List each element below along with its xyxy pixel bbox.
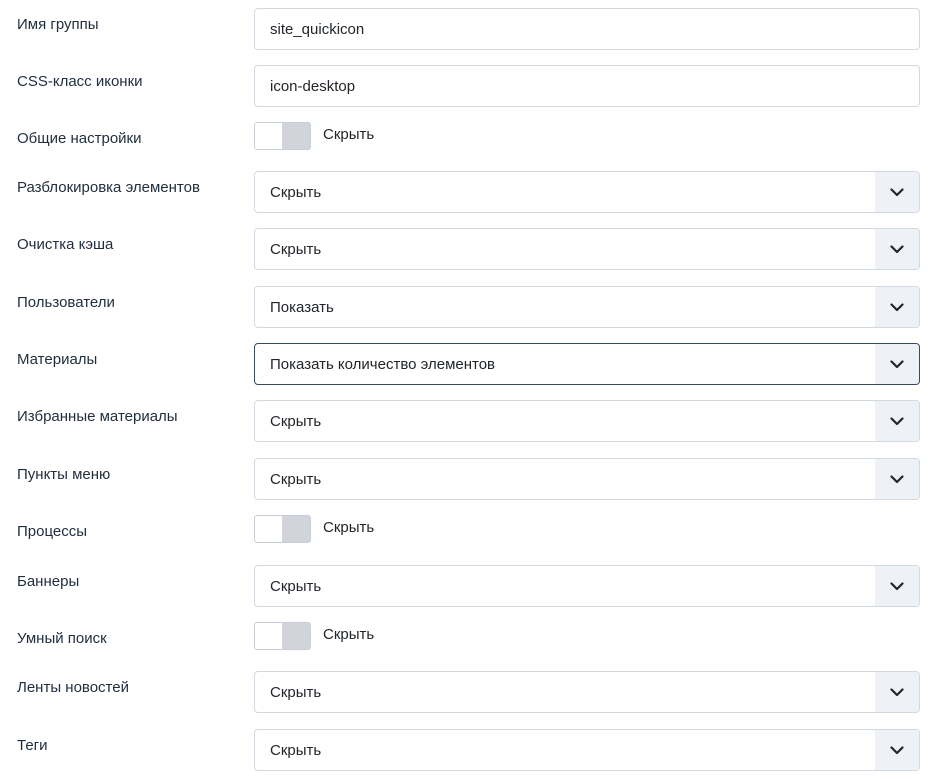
general-settings-toggle[interactable] [254, 122, 311, 150]
smart-search-label: Умный поиск [17, 630, 107, 647]
articles-select[interactable]: Показать количество элементов [254, 343, 920, 385]
banners-label: Баннеры [17, 573, 80, 590]
menu-items-label: Пункты меню [17, 466, 111, 483]
menu-items-select-value: Скрыть [270, 470, 322, 488]
group-name-input[interactable]: site_quickicon [254, 8, 920, 50]
workflow-toggle-label: Скрыть [323, 519, 375, 536]
tags-label: Теги [17, 737, 48, 754]
chevron-down-icon [875, 287, 919, 327]
menu-items-select[interactable]: Скрыть [254, 458, 920, 500]
css-class-value: icon-desktop [270, 77, 356, 95]
newsfeeds-select[interactable]: Скрыть [254, 671, 920, 713]
smart-search-toggle-label: Скрыть [323, 626, 375, 643]
clear-cache-label: Очистка кэша [17, 236, 114, 253]
users-label: Пользователи [17, 294, 115, 311]
newsfeeds-select-value: Скрыть [270, 683, 322, 701]
banners-select-value: Скрыть [270, 577, 322, 595]
clear-cache-select-value: Скрыть [270, 240, 322, 258]
group-name-value: site_quickicon [270, 20, 365, 38]
users-select-value: Показать [270, 298, 334, 316]
toggle-knob [255, 123, 282, 149]
smart-search-toggle[interactable] [254, 622, 311, 650]
featured-articles-select[interactable]: Скрыть [254, 400, 920, 442]
settings-form: Имя группы site_quickicon CSS-класс икон… [0, 0, 936, 779]
featured-articles-label: Избранные материалы [17, 408, 178, 425]
checkin-select[interactable]: Скрыть [254, 171, 920, 213]
chevron-down-icon [875, 344, 919, 384]
chevron-down-icon [875, 229, 919, 269]
checkin-select-value: Скрыть [270, 183, 322, 201]
general-settings-label: Общие настройки [17, 130, 142, 147]
chevron-down-icon [875, 566, 919, 606]
workflow-toggle[interactable] [254, 515, 311, 543]
tags-select[interactable]: Скрыть [254, 729, 920, 771]
chevron-down-icon [875, 730, 919, 770]
chevron-down-icon [875, 672, 919, 712]
users-select[interactable]: Показать [254, 286, 920, 328]
toggle-knob [255, 623, 282, 649]
tags-select-value: Скрыть [270, 741, 322, 759]
chevron-down-icon [875, 459, 919, 499]
banners-select[interactable]: Скрыть [254, 565, 920, 607]
newsfeeds-label: Ленты новостей [17, 679, 129, 696]
group-name-label: Имя группы [17, 16, 99, 33]
clear-cache-select[interactable]: Скрыть [254, 228, 920, 270]
checkin-label: Разблокировка элементов [17, 179, 200, 196]
general-settings-toggle-label: Скрыть [323, 126, 375, 143]
articles-label: Материалы [17, 351, 98, 368]
css-class-input[interactable]: icon-desktop [254, 65, 920, 107]
chevron-down-icon [875, 172, 919, 212]
featured-articles-select-value: Скрыть [270, 412, 322, 430]
css-class-label: CSS-класс иконки [17, 73, 143, 90]
toggle-knob [255, 516, 282, 542]
workflow-label: Процессы [17, 523, 88, 540]
articles-select-value: Показать количество элементов [270, 355, 496, 373]
chevron-down-icon [875, 401, 919, 441]
